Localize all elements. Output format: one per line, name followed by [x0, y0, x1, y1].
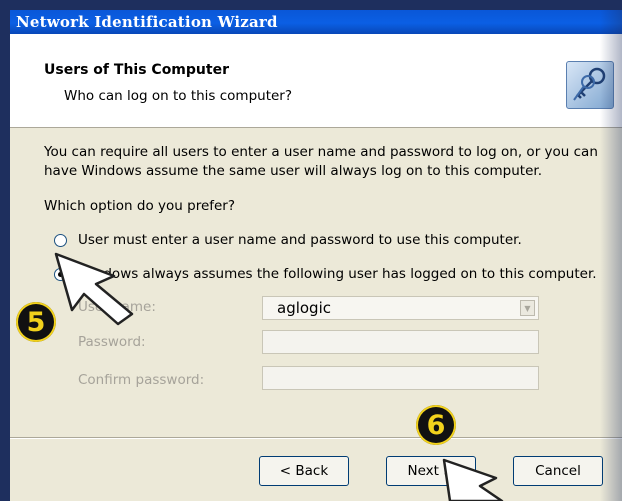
chevron-down-icon[interactable]: ▼ — [520, 300, 535, 316]
header-subtitle: Who can log on to this computer? — [64, 88, 293, 104]
wizard-header: Users of This Computer Who can log on to… — [10, 34, 622, 128]
step-badge-5: 5 — [16, 302, 56, 342]
confirm-password-label: Confirm password: — [78, 372, 205, 388]
window-title: Network Identification Wizard — [16, 13, 278, 31]
pointer-cursor-icon — [54, 252, 134, 326]
cancel-button[interactable]: Cancel — [513, 456, 603, 486]
footer-divider — [10, 437, 622, 439]
back-button[interactable]: < Back — [259, 456, 349, 486]
option-label: Windows always assumes the following use… — [78, 266, 597, 282]
header-title: Users of This Computer — [44, 62, 229, 78]
confirm-password-field[interactable] — [262, 366, 539, 390]
option-require-password[interactable]: User must enter a user name and password… — [54, 232, 522, 248]
keys-icon — [566, 61, 614, 109]
description-text: You can require all users to enter a use… — [44, 144, 598, 179]
question-text: Which option do you prefer? — [44, 198, 236, 214]
radio-require-password[interactable] — [54, 233, 67, 247]
password-label: Password: — [78, 334, 146, 350]
title-bar[interactable]: Network Identification Wizard — [10, 10, 622, 34]
password-field[interactable] — [262, 330, 539, 354]
step-badge-6: 6 — [416, 405, 456, 445]
username-combobox[interactable]: aglogic ▼ — [262, 296, 539, 320]
option-label: User must enter a user name and password… — [78, 232, 522, 248]
username-value: aglogic — [277, 299, 331, 317]
pointer-cursor-icon — [442, 458, 504, 501]
